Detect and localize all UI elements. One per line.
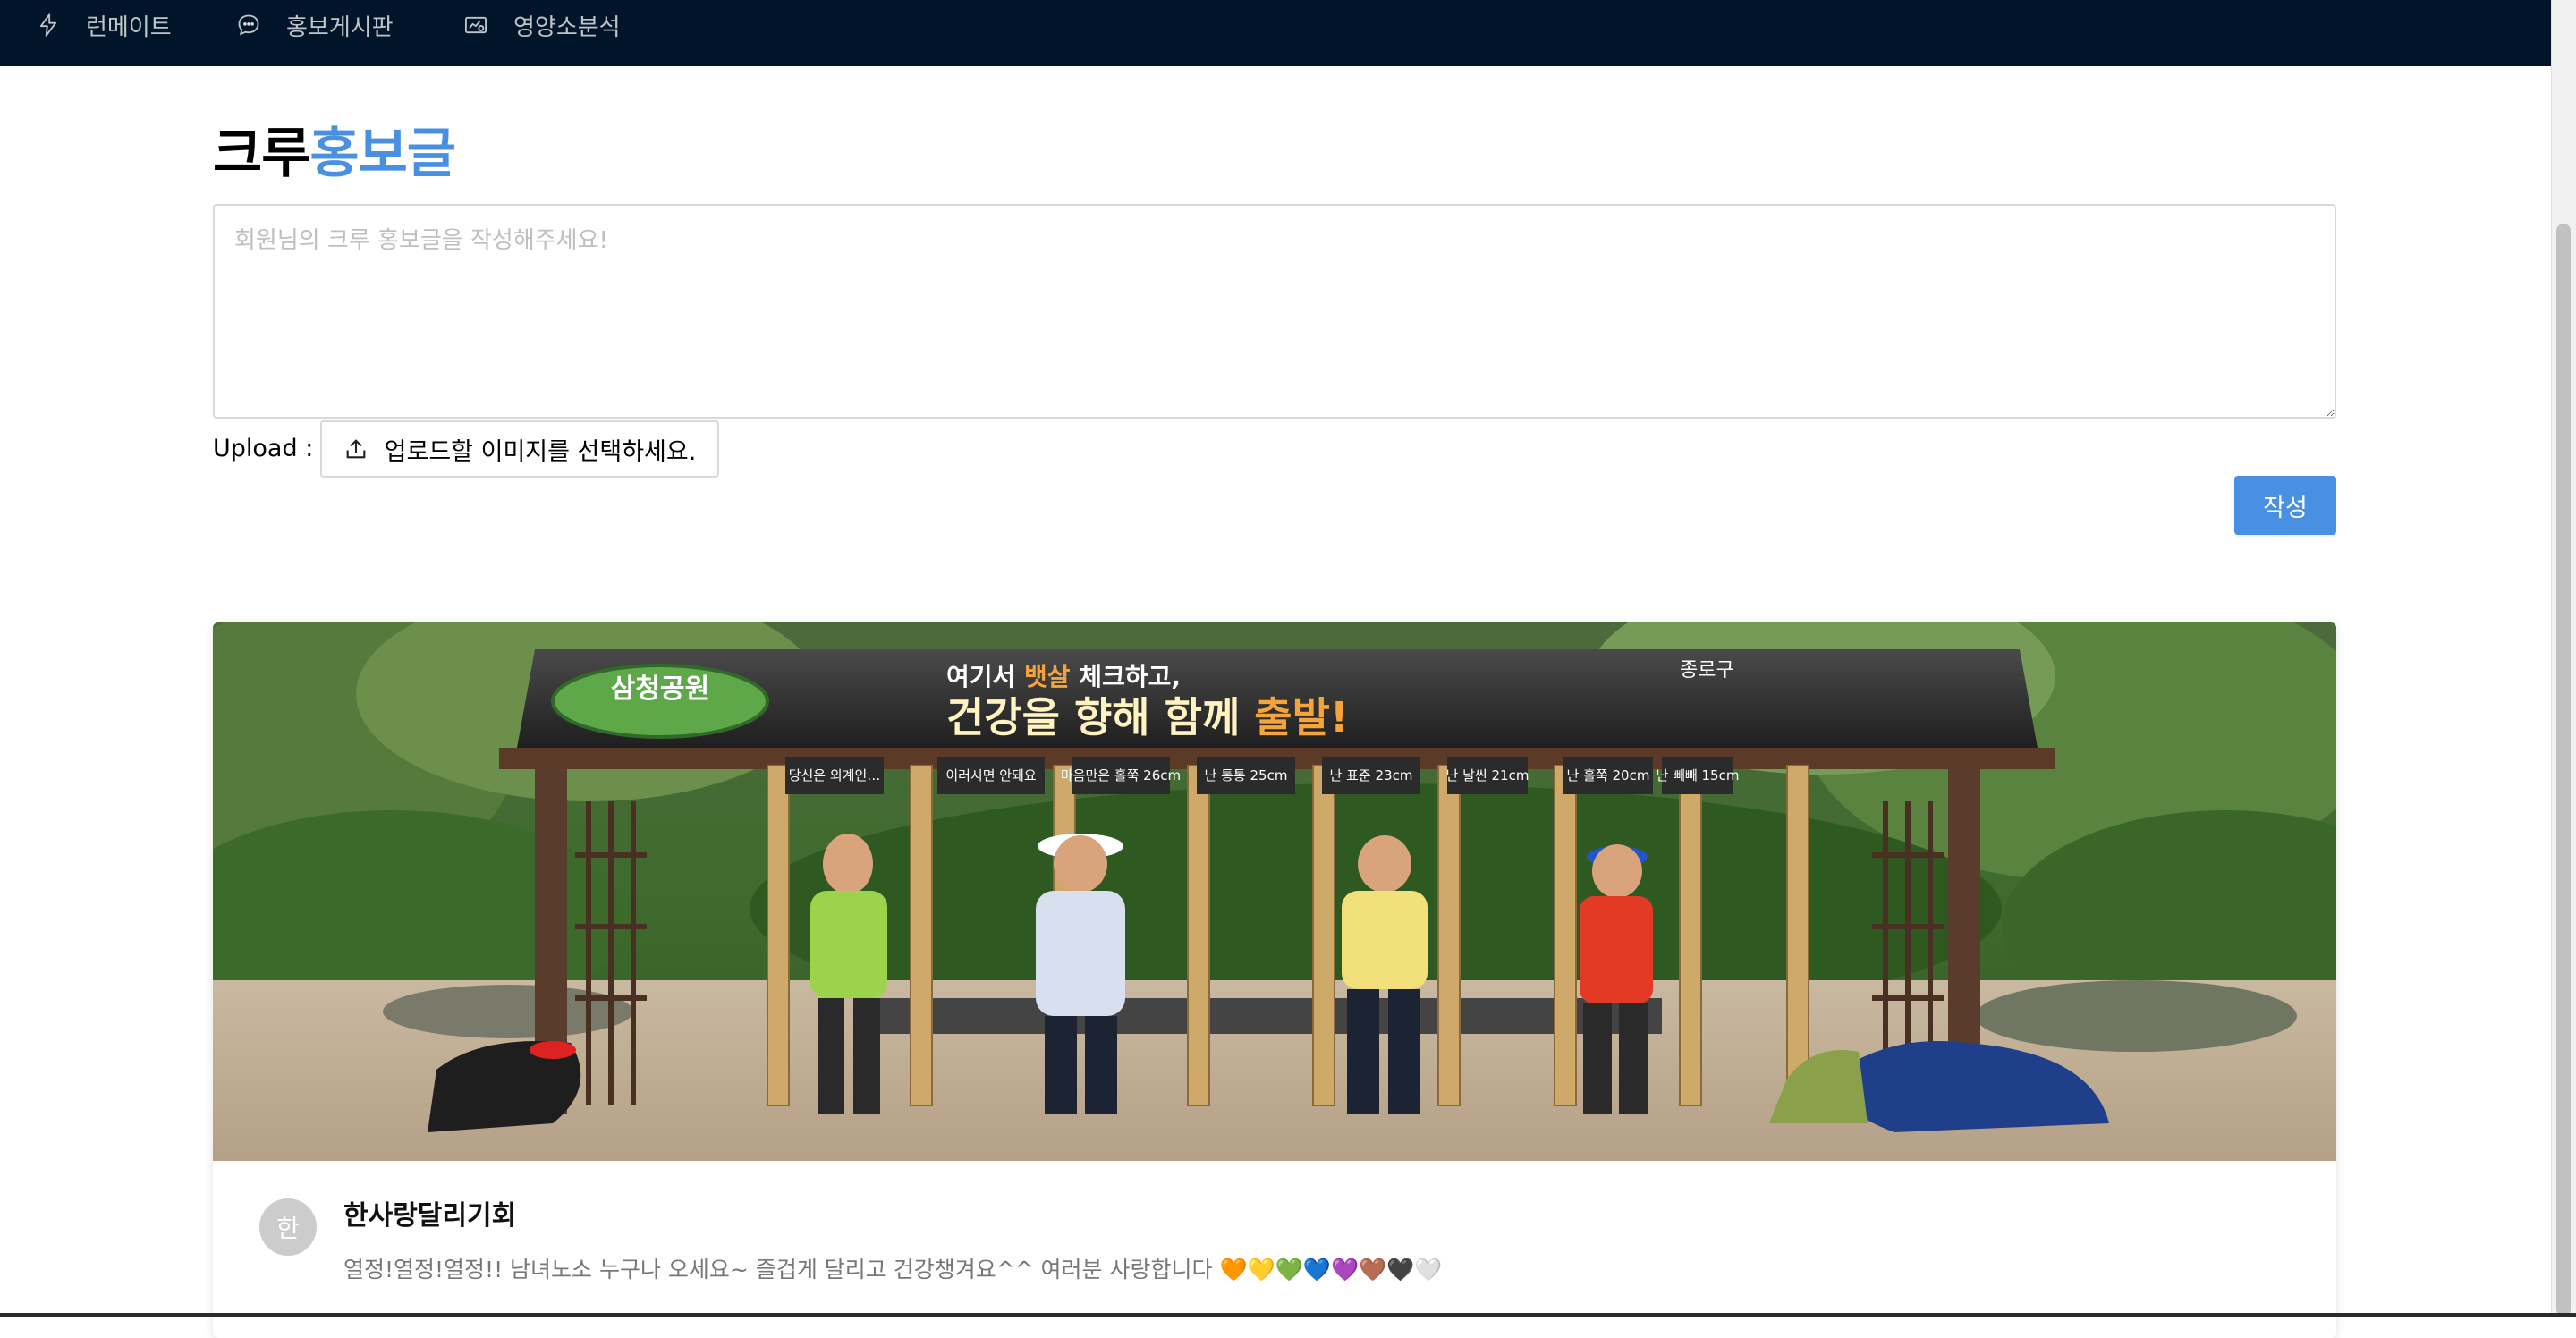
post-content: 열정!열정!열정!! 남녀노소 누구나 오세요~ 즐겁게 달리고 건강챙겨요^^… [343, 1257, 1443, 1283]
photo-sign-main: 건강을 향해 함께 출발! [946, 693, 1349, 741]
photo-label-6: 난 날씬 21cm [1446, 767, 1530, 783]
nav-label: 홍보게시판 [286, 13, 394, 41]
post-author: 한사랑달리기회 [343, 1200, 517, 1232]
avatar-initial: 한 [276, 1214, 300, 1243]
photo-sign-top-middle-pre: 여기서 [946, 662, 1024, 691]
photo-sign-top-middle-post: 체크하고, [1071, 662, 1181, 691]
nutrition-chart-icon [464, 16, 487, 34]
scrollbar-thumb[interactable] [2556, 224, 2571, 1317]
promo-post-textarea[interactable] [213, 204, 2336, 419]
photo-sign-top-right: 종로구 [1680, 659, 1734, 682]
window-bottom-edge [0, 1313, 2576, 1317]
photo-sign-top-middle: 여기서 뱃살 체크하고, [946, 662, 1181, 691]
page-title-plain: 크루 [213, 123, 310, 185]
top-navigation-bar: 런메이트 홍보게시판 영양소분석 [0, 0, 2551, 66]
avatar: 한 [259, 1198, 317, 1256]
nav-label: 영양소분석 [513, 13, 621, 41]
photo-label-7: 난 홀쭉 20cm [1567, 767, 1650, 783]
upload-button-label: 업로드할 이미지를 선택하세요. [384, 437, 697, 466]
photo-sign-top-middle-accent: 뱃살 [1024, 662, 1071, 691]
chat-bubble-icon [238, 14, 259, 36]
upload-image-button[interactable]: 업로드할 이미지를 선택하세요. [320, 420, 719, 478]
page-title: 크루홍보글 [213, 118, 456, 190]
nav-item-nutrition-analysis[interactable]: 영양소분석 [463, 0, 621, 50]
photo-sign-main-text: 건강을 향해 함께 [946, 693, 1254, 741]
photo-sign-top-left: 삼청공원 [611, 673, 709, 705]
lightning-icon [39, 13, 57, 37]
nav-label: 런메이트 [86, 13, 172, 41]
submit-button-label: 작성 [2263, 494, 2308, 522]
post-photo: 당신은 외계인… 이러시면 안돼요 마음만은 홀쭉 26cm 난 통통 25cm… [213, 622, 2336, 1161]
promo-post-card[interactable]: 당신은 외계인… 이러시면 안돼요 마음만은 홀쭉 26cm 난 통통 25cm… [213, 622, 2336, 1338]
upload-label: Upload : [213, 435, 314, 462]
nav-item-promo-board[interactable]: 홍보게시판 [236, 0, 394, 50]
page-title-accent: 홍보글 [309, 123, 456, 185]
photo-label-3: 마음만은 홀쭉 26cm [1061, 767, 1181, 783]
nav-item-runmate[interactable]: 런메이트 [36, 0, 172, 50]
photo-label-2: 이러시면 안돼요 [945, 767, 1037, 783]
submit-button[interactable]: 작성 [2234, 476, 2336, 535]
upload-icon [346, 439, 366, 459]
photo-label-4: 난 통통 25cm [1205, 767, 1288, 783]
photo-sign-main-accent: 출발! [1254, 693, 1349, 741]
photo-label-8: 난 빼빼 15cm [1657, 767, 1740, 783]
photo-label-1: 당신은 외계인… [789, 767, 881, 783]
photo-label-5: 난 표준 23cm [1330, 767, 1413, 783]
